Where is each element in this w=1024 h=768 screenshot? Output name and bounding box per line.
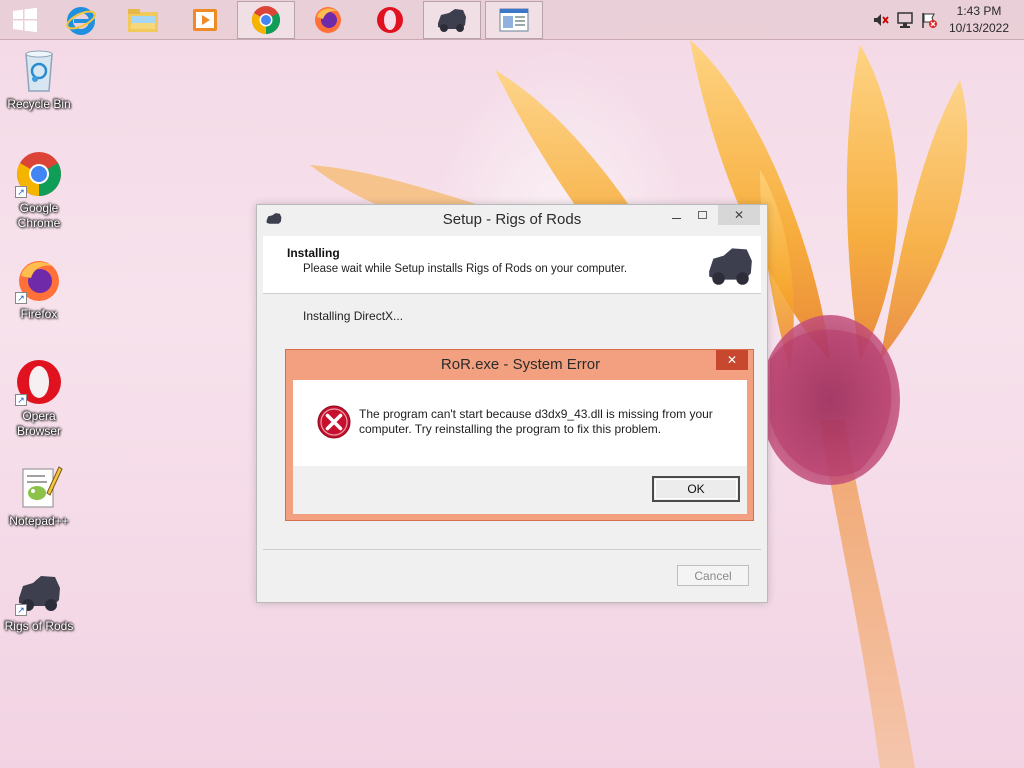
opera-icon [377, 7, 403, 33]
setup-header-subtitle: Please wait while Setup installs Rigs of… [303, 263, 628, 275]
desktop-icon-notepad-plus-plus[interactable]: Notepad++ [1, 463, 77, 529]
shortcut-arrow-icon: ↗ [15, 186, 27, 198]
setup-footer: Cancel [263, 549, 761, 599]
desktop-icon-firefox[interactable]: ↗ Firefox [1, 256, 77, 322]
taskbar-firefox[interactable] [299, 1, 357, 39]
clock-date: 10/13/2022 [948, 21, 1010, 35]
volume-muted-icon[interactable] [872, 11, 890, 29]
desktop-icon-google-chrome[interactable]: ↗ Google Chrome [1, 150, 77, 231]
notepad-plus-plus-icon [22, 466, 63, 508]
setup-titlebar[interactable]: Setup - Rigs of Rods ✕ [257, 205, 767, 235]
firefox-icon [315, 7, 341, 33]
desktop-icon-label: Notepad++ [9, 514, 69, 528]
error-icon [317, 405, 351, 439]
start-button[interactable] [0, 1, 50, 39]
rigs-of-rods-icon [438, 9, 466, 32]
maximize-icon [697, 211, 707, 219]
taskbar: 1:43 PM 10/13/2022 [0, 0, 1024, 40]
close-icon: ✕ [733, 208, 745, 222]
ok-button[interactable]: OK [652, 476, 740, 502]
cancel-button[interactable]: Cancel [677, 565, 749, 586]
system-tray [872, 0, 938, 40]
setup-header: Installing Please wait while Setup insta… [263, 236, 761, 294]
windows-logo-icon [13, 7, 37, 33]
rigs-of-rods-logo-icon [701, 240, 759, 290]
action-center-flag-icon[interactable] [920, 11, 938, 29]
taskbar-opera[interactable] [361, 1, 419, 39]
desktop-icon-label: Google Chrome [17, 201, 61, 230]
install-status-text: Installing DirectX... [303, 309, 404, 323]
error-content: The program can't start because d3dx9_43… [293, 380, 747, 514]
system-clock[interactable]: 1:43 PM 10/13/2022 [944, 3, 1014, 37]
taskbar-internet-explorer[interactable] [52, 1, 110, 39]
taskbar-rigs-of-rods[interactable] [423, 1, 481, 39]
desktop-icon-label: Rigs of Rods [4, 619, 74, 633]
shortcut-arrow-icon: ↗ [15, 292, 27, 304]
system-error-dialog: RoR.exe - System Error ✕ The program can… [285, 349, 754, 521]
chrome-icon [252, 6, 280, 34]
shortcut-arrow-icon: ↗ [15, 394, 27, 406]
desktop-icon-label: Firefox [20, 307, 58, 321]
media-player-icon [193, 9, 217, 31]
desktop-icon-label: Opera Browser [16, 409, 61, 438]
desktop-icon-label: Recycle Bin [7, 97, 71, 111]
shortcut-arrow-icon: ↗ [15, 604, 27, 616]
taskbar-setup-window[interactable] [485, 1, 543, 39]
recycle-bin-icon [25, 50, 53, 92]
desktop-icon-rigs-of-rods[interactable]: ↗ Rigs of Rods [1, 568, 77, 634]
desktop-icon-opera-browser[interactable]: ↗ Opera Browser [1, 358, 77, 439]
error-dialog-title: RoR.exe - System Error [440, 356, 601, 373]
minimize-icon [671, 217, 681, 219]
error-close-button[interactable]: ✕ [716, 350, 748, 370]
error-message-area: The program can't start because d3dx9_43… [293, 380, 747, 466]
clock-time: 1:43 PM [956, 4, 1002, 18]
maximize-button[interactable] [689, 205, 715, 225]
setup-header-title: Installing [287, 246, 340, 260]
setup-window-icon [499, 8, 529, 32]
minimize-button[interactable] [663, 205, 689, 225]
taskbar-media-player[interactable] [176, 1, 234, 39]
network-icon[interactable] [896, 11, 914, 29]
taskbar-file-explorer[interactable] [114, 1, 172, 39]
close-button[interactable]: ✕ [718, 205, 760, 225]
close-icon: ✕ [726, 353, 738, 367]
error-message: The program can't start because d3dx9_43… [359, 407, 713, 436]
internet-explorer-icon [66, 7, 96, 35]
folder-icon [128, 9, 158, 32]
desktop-icon-recycle-bin[interactable]: Recycle Bin [1, 46, 77, 112]
taskbar-google-chrome[interactable] [237, 1, 295, 39]
